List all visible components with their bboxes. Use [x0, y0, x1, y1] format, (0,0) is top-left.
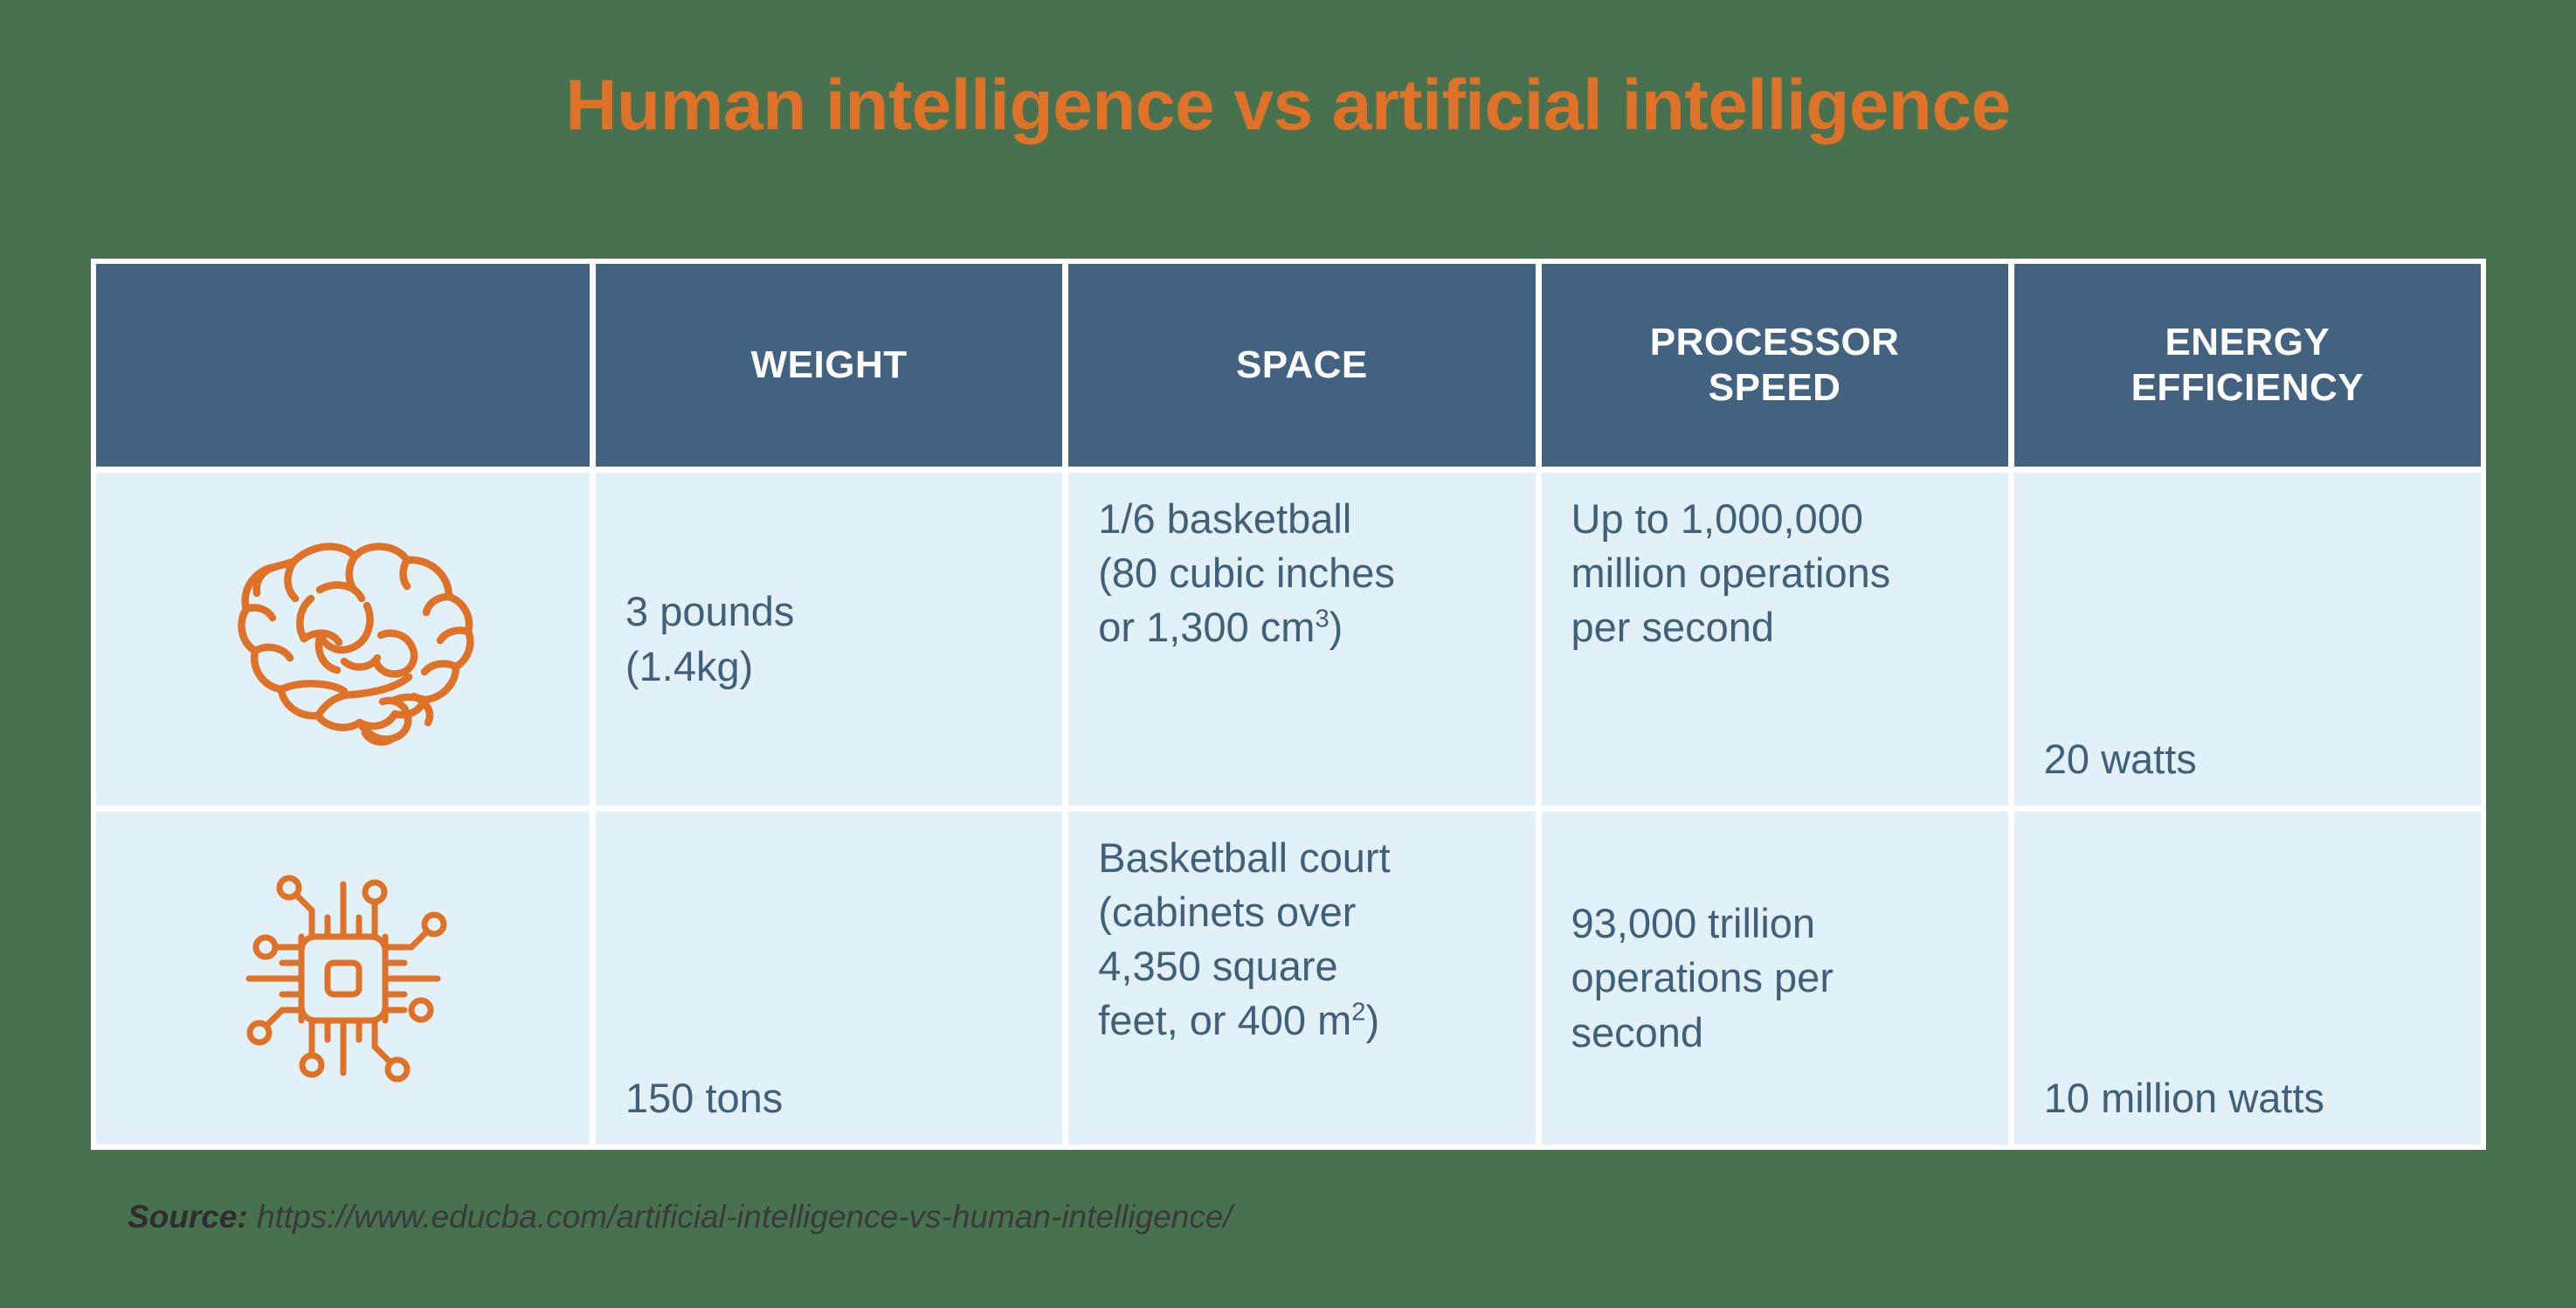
cell-ai-energy-efficiency: 10 million watts	[2013, 812, 2481, 1145]
header-weight: WEIGHT	[596, 264, 1063, 467]
cell-ai-processor-line1: 93,000 trillion	[1571, 900, 1816, 947]
header-processor-speed-line2: SPEED	[1708, 366, 1841, 409]
header-processor-speed: PROCESSOR SPEED	[1541, 264, 2008, 467]
cell-ai-energy-text: 10 million watts	[2043, 1074, 2325, 1121]
cell-ai-processor-line2: operations per	[1571, 954, 1834, 1001]
cell-human-weight-line2: (1.4kg)	[625, 642, 754, 689]
cell-human-space-line3-post: )	[1329, 604, 1343, 651]
cell-human-space-line3-sup: 3	[1315, 605, 1329, 633]
cell-human-processor-speed: Up to 1,000,000 million operations per s…	[1541, 473, 2008, 806]
infographic-page: Human intelligence vs artificial intelli…	[0, 0, 2576, 1308]
header-energy-efficiency-line1: ENERGY	[2165, 321, 2331, 364]
cell-ai-space-line3: 4,350 square	[1098, 943, 1338, 990]
cell-human-processor-line2: million operations	[1571, 550, 1891, 597]
cell-ai-space-line2: (cabinets over	[1098, 889, 1357, 936]
cell-human-processor-line1: Up to 1,000,000	[1571, 495, 1864, 542]
cell-human-space-line3-pre: or 1,300 cm	[1098, 604, 1316, 651]
cell-ai-space-line4-sup: 2	[1351, 998, 1366, 1027]
header-space-label: SPACE	[1235, 343, 1368, 387]
source-label: Source:	[128, 1199, 248, 1235]
cell-ai-weight: 150 tons	[596, 812, 1063, 1145]
cell-ai-space-line1: Basketball court	[1098, 834, 1391, 881]
cell-ai-processor-speed: 93,000 trillion operations per second	[1541, 812, 2008, 1145]
header-weight-label: WEIGHT	[750, 343, 908, 387]
cell-human-energy-efficiency: 20 watts	[2013, 473, 2481, 806]
brain-icon-cell	[96, 473, 590, 806]
cell-human-processor-speed-text: Up to 1,000,000 million operations per s…	[1571, 492, 1891, 654]
cell-ai-processor-line3: second	[1571, 1008, 1704, 1055]
cell-human-weight-line1: 3 pounds	[625, 588, 795, 635]
cell-ai-space-line4-post: )	[1365, 997, 1380, 1044]
header-processor-speed-label: PROCESSOR SPEED	[1650, 320, 1900, 411]
header-blank	[96, 264, 590, 467]
comparison-table: WEIGHT SPACE PROCESSOR SPEED ENERGY EFFI…	[91, 259, 2486, 1150]
cell-human-processor-line3: per second	[1571, 604, 1775, 651]
source-note: Source: https://www.educba.com/artificia…	[128, 1199, 1233, 1235]
cell-ai-space-text: Basketball court (cabinets over 4,350 sq…	[1098, 831, 1390, 1048]
table-row: 3 pounds (1.4kg) 1/6 basketball (80 cubi…	[96, 473, 2481, 806]
cell-human-space-line1: 1/6 basketball	[1098, 495, 1352, 542]
cell-human-space-text: 1/6 basketball (80 cubic inches or 1,300…	[1098, 492, 1395, 654]
source-url: https://www.educba.com/artificial-intell…	[257, 1199, 1233, 1235]
table-header-row: WEIGHT SPACE PROCESSOR SPEED ENERGY EFFI…	[96, 264, 2481, 467]
header-space: SPACE	[1068, 264, 1536, 467]
cell-human-weight-text: 3 pounds (1.4kg)	[625, 585, 794, 693]
header-energy-efficiency-line2: EFFICIENCY	[2131, 366, 2365, 409]
cell-human-space-line3: or 1,300 cm3)	[1098, 600, 1395, 654]
cell-ai-space-line4-pre: feet, or 400 m	[1098, 997, 1352, 1044]
table-row: 150 tons Basketball court (cabinets over…	[96, 812, 2481, 1145]
cell-human-space-line2: (80 cubic inches	[1098, 550, 1395, 597]
microchip-icon-cell	[96, 812, 590, 1145]
cell-human-space: 1/6 basketball (80 cubic inches or 1,300…	[1068, 473, 1536, 806]
cell-ai-space-line4: feet, or 400 m2)	[1098, 993, 1390, 1048]
header-processor-speed-line1: PROCESSOR	[1649, 321, 1900, 364]
cell-ai-space: Basketball court (cabinets over 4,350 sq…	[1068, 812, 1536, 1145]
cell-human-energy-text: 20 watts	[2043, 735, 2197, 782]
cell-human-weight: 3 pounds (1.4kg)	[596, 473, 1063, 806]
cell-ai-weight-text: 150 tons	[625, 1074, 784, 1121]
cell-ai-processor-speed-text: 93,000 trillion operations per second	[1571, 896, 1834, 1059]
microchip-icon	[221, 856, 466, 1101]
page-title: Human intelligence vs artificial intelli…	[565, 66, 2011, 145]
brain-icon	[208, 530, 479, 749]
header-energy-efficiency-label: ENERGY EFFICIENCY	[2131, 320, 2365, 411]
header-energy-efficiency: ENERGY EFFICIENCY	[2013, 264, 2481, 467]
